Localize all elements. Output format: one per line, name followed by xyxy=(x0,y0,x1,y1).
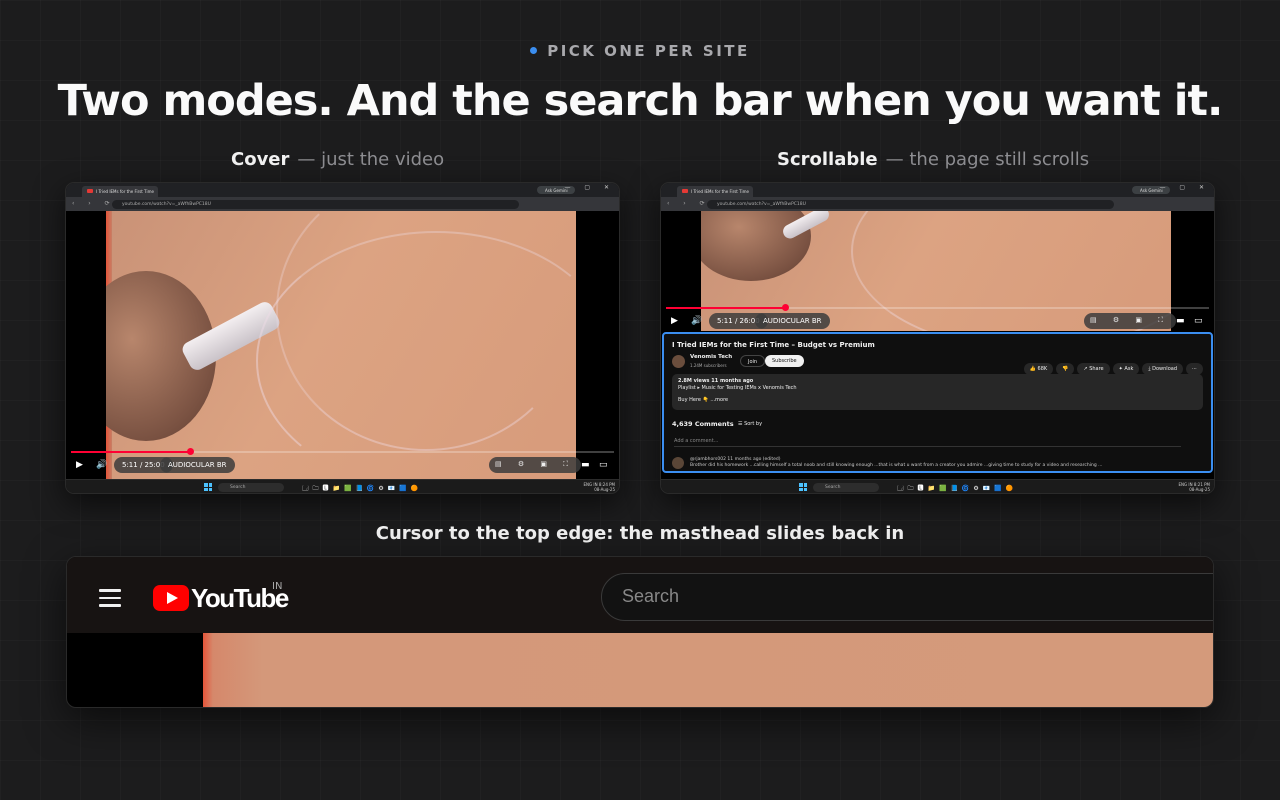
mode-desc-scrollable: — the page still scrolls xyxy=(885,149,1090,170)
window-controls[interactable]: — ▢ ✕ xyxy=(1159,184,1210,191)
subscribe-button[interactable]: Subscribe xyxy=(765,355,804,367)
channel-name[interactable]: Venomis Tech xyxy=(690,354,732,360)
theater-icon[interactable]: ▬ xyxy=(1176,316,1185,326)
mode-caption-scrollable: Scrollable — the page still scrolls xyxy=(777,149,1089,170)
video-frame[interactable] xyxy=(106,211,576,479)
player-controls: ▶ 🔊 5:11 / 25:00 AUDIOCULAR BR ▤ ⚙ ▣ ⛶ ▬… xyxy=(66,457,619,477)
description-playlist: Playlist ▸ Music for Testing IEMs x Veno… xyxy=(678,385,797,391)
youtube-logo-icon[interactable] xyxy=(153,585,189,611)
progress-bar[interactable] xyxy=(666,304,1209,311)
play-icon[interactable]: ▶ xyxy=(76,460,83,470)
taskbar: Search 🗔🗀🅻📁🟩📘🌀⚙📧🟦🟠 ENG IN 8:21 PM 08-Aug-… xyxy=(661,479,1214,493)
taskbar-apps[interactable]: 🗔🗀🅻📁🟩📘🌀⚙📧🟦🟠 xyxy=(302,483,422,493)
headline: Two modes. And the search bar when you w… xyxy=(57,76,1224,126)
eyebrow: PICK ONE PER SITE xyxy=(0,42,1280,60)
description-more[interactable]: Buy Here 👇 ...more xyxy=(678,397,1197,404)
taskbar-clock: ENG IN 8:24 PM 08-Aug-25 xyxy=(584,482,615,492)
search-input[interactable]: Search xyxy=(601,573,1213,621)
right-controls[interactable]: ▤ ⚙ ▣ ⛶ xyxy=(1084,313,1177,329)
chapter-button[interactable]: AUDIOCULAR BR xyxy=(160,457,235,473)
taskbar-clock: ENG IN 8:21 PM 08-Aug-25 xyxy=(1179,482,1210,492)
region-code: IN xyxy=(272,581,283,592)
sort-button[interactable]: ☰ Sort by xyxy=(738,421,762,427)
chapter-button[interactable]: AUDIOCULAR BR xyxy=(755,313,830,329)
address-bar-row: ‹ › ⟳ youtube.com/watch?v=_aWfhBwPC18U xyxy=(66,197,619,211)
window-controls[interactable]: — ▢ ✕ xyxy=(564,184,615,191)
volume-icon[interactable]: 🔊 xyxy=(96,460,107,470)
add-comment-field[interactable]: Add a comment... xyxy=(674,438,1181,447)
windows-icon[interactable] xyxy=(204,483,212,491)
mode-caption-cover: Cover — just the video xyxy=(231,149,444,170)
browser-tabbar: I Tried IEMs for the First Time Ask Gemi… xyxy=(66,183,619,197)
progress-fill xyxy=(666,307,786,309)
video-title: I Tried IEMs for the First Time – Budget… xyxy=(672,341,875,349)
masthead-screenshot: YouTube IN Search xyxy=(66,556,1214,708)
description-views: 2.8M views 11 months ago xyxy=(678,378,754,384)
youtube-masthead: YouTube IN Search xyxy=(67,557,1213,633)
eyebrow-text: PICK ONE PER SITE xyxy=(547,42,750,60)
right-controls[interactable]: ▤ ⚙ ▣ ⛶ xyxy=(489,457,582,473)
nav-icons[interactable]: ‹ › ⟳ xyxy=(667,200,711,207)
scrollable-screenshot: I Tried IEMs for the First Time Ask Gemi… xyxy=(660,182,1215,494)
taskbar-search[interactable]: Search xyxy=(813,483,879,492)
eyebrow-dot xyxy=(530,47,538,54)
taskbar: Search 🗔🗀🅻📁🟩📘🌀⚙📧🟦🟠 ENG IN 8:24 PM 08-Aug-… xyxy=(66,479,619,493)
mode-name-scrollable: Scrollable xyxy=(777,149,878,170)
mode-name-cover: Cover xyxy=(231,149,290,170)
taskbar-search[interactable]: Search xyxy=(218,483,284,492)
action-buttons: 👍 68K 👎 ↗ Share ✦ Ask ⤓ Download ⋯ xyxy=(1021,355,1203,375)
masthead-caption: Cursor to the top edge: the masthead sli… xyxy=(375,523,905,544)
browser-tab[interactable]: I Tried IEMs for the First Time xyxy=(82,186,158,197)
page-viewport: ▶ 🔊 5:11 / 25:00 AUDIOCULAR BR ▤ ⚙ ▣ ⛶ ▬… xyxy=(66,211,619,479)
hamburger-menu-icon[interactable] xyxy=(99,589,121,607)
theater-icon[interactable]: ▬ xyxy=(581,460,590,470)
browser-tab[interactable]: I Tried IEMs for the First Time xyxy=(677,186,753,197)
player-controls: ▶ 🔊 5:11 / 26:00 AUDIOCULAR BR ▤ ⚙ ▣ ⛶ ▬… xyxy=(661,313,1214,333)
address-bar-row: ‹ › ⟳ youtube.com/watch?v=_aWfhBwPC18U xyxy=(661,197,1214,211)
progress-bar[interactable] xyxy=(71,448,614,455)
browser-tabbar: I Tried IEMs for the First Time Ask Gemi… xyxy=(661,183,1214,197)
play-icon[interactable]: ▶ xyxy=(671,316,678,326)
comment-item: @rjambhors002 11 months ago (edited) Bro… xyxy=(672,457,1102,469)
taskbar-apps[interactable]: 🗔🗀🅻📁🟩📘🌀⚙📧🟦🟠 xyxy=(897,483,1017,493)
volume-icon[interactable]: 🔊 xyxy=(691,316,702,326)
windows-icon[interactable] xyxy=(799,483,807,491)
description-box[interactable]: 2.8M views 11 months ago Playlist ▸ Musi… xyxy=(672,374,1203,410)
clock-date: 08-Aug-25 xyxy=(594,487,615,492)
join-button[interactable]: Join xyxy=(740,355,766,367)
clock-date: 08-Aug-25 xyxy=(1189,487,1210,492)
comments-count: 4,639 Comments xyxy=(672,420,734,428)
progress-fill xyxy=(71,451,191,453)
miniplayer-icon[interactable]: ▭ xyxy=(599,460,608,470)
comment-text: Brother did his homework ...calling hims… xyxy=(690,463,1103,468)
subscriber-count: 1.24M subscribers xyxy=(690,363,727,368)
cover-screenshot: I Tried IEMs for the First Time Ask Gemi… xyxy=(65,182,620,494)
channel-avatar[interactable] xyxy=(672,355,685,368)
nav-icons[interactable]: ‹ › ⟳ xyxy=(72,200,116,207)
watch-page-info: I Tried IEMs for the First Time – Budget… xyxy=(662,332,1213,473)
mode-desc-cover: — just the video xyxy=(297,149,445,170)
url-field[interactable]: youtube.com/watch?v=_aWfhBwPC18U xyxy=(112,200,519,209)
video-frame[interactable] xyxy=(203,633,1213,707)
miniplayer-icon[interactable]: ▭ xyxy=(1194,316,1203,326)
url-field[interactable]: youtube.com/watch?v=_aWfhBwPC18U xyxy=(707,200,1114,209)
